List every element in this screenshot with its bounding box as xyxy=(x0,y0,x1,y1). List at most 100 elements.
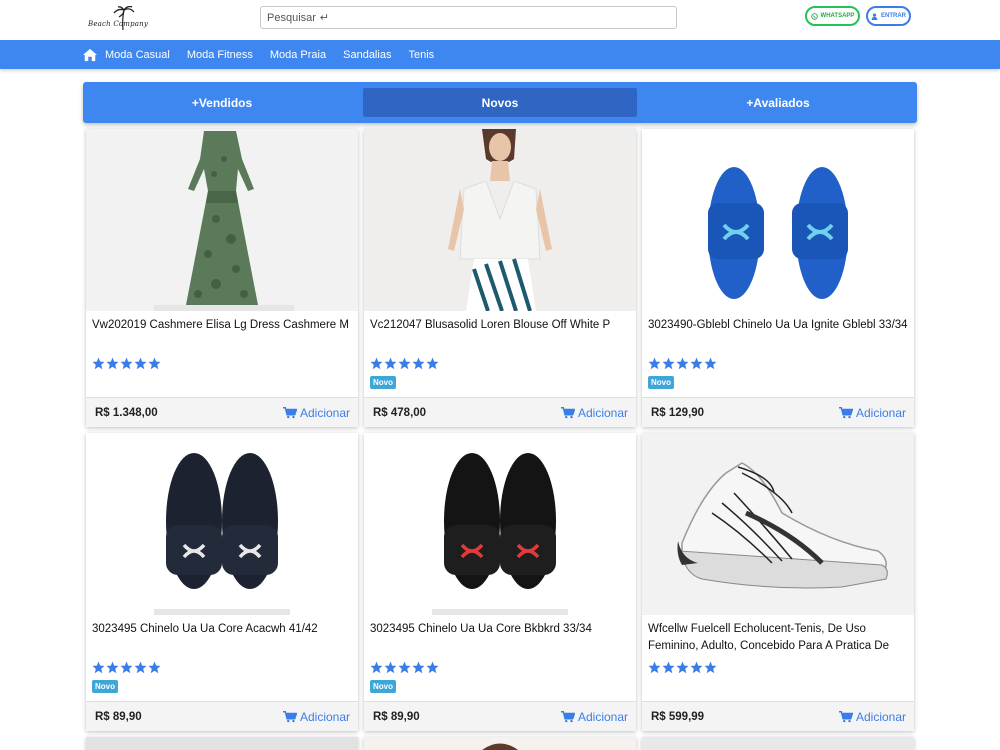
add-to-cart-button[interactable]: Adicionar xyxy=(560,710,628,724)
add-label: Adicionar xyxy=(299,709,350,724)
star-icon xyxy=(412,661,425,674)
product-image[interactable] xyxy=(642,737,914,750)
star-icon xyxy=(676,357,689,370)
new-badge: Novo xyxy=(648,376,674,389)
product-title[interactable]: 3023495 Chinelo Ua Ua Core Bkbkrd 33/34 xyxy=(370,621,632,638)
product-card[interactable]: 3023490-Gblebl Chinelo Ua Ua Ignite Gble… xyxy=(642,129,914,427)
product-card[interactable] xyxy=(86,737,358,750)
enter-icon: ↵ xyxy=(319,12,330,24)
star-icon xyxy=(134,661,147,674)
product-image[interactable] xyxy=(86,737,358,750)
add-to-cart-button[interactable]: Adicionar xyxy=(838,405,906,420)
product-price: R$ 129,90 xyxy=(651,406,705,419)
header: Beach Company Pesquisar ↵ WHATSAPP ENTRA… xyxy=(0,0,1000,40)
card-footer: R$ 1.348,00 Adicionar xyxy=(86,397,358,427)
add-to-cart-button[interactable]: Adicionar xyxy=(560,405,628,420)
product-title[interactable]: Vw202019 Cashmere Elisa Lg Dress Cashmer… xyxy=(92,317,354,334)
star-icon xyxy=(384,661,397,674)
product-card[interactable]: 3023495 Chinelo Ua Ua Core Acacwh 41/42 … xyxy=(86,433,358,731)
cart-icon xyxy=(282,710,297,722)
dress-green-icon xyxy=(154,131,294,311)
search-input[interactable]: Pesquisar ↵ xyxy=(260,6,677,29)
card-footer: R$ 89,90 Adicionar xyxy=(364,701,636,731)
new-badge: Novo xyxy=(92,680,118,693)
product-card[interactable]: Vc212047 Blusasolid Loren Blouse Off Whi… xyxy=(364,129,636,427)
cart-icon xyxy=(838,710,853,722)
star-icon xyxy=(662,661,675,674)
add-label: Adicionar xyxy=(855,405,906,420)
tab-novos[interactable]: Novos xyxy=(361,96,639,110)
add-label: Adicionar xyxy=(855,709,906,724)
new-badge: Novo xyxy=(370,680,396,693)
product-image[interactable] xyxy=(86,129,358,311)
add-to-cart-button[interactable]: Adicionar xyxy=(282,709,350,724)
home-icon[interactable] xyxy=(83,48,97,62)
logo[interactable]: Beach Company xyxy=(88,5,149,34)
product-image[interactable] xyxy=(364,737,636,750)
new-badge: Novo xyxy=(370,376,396,389)
login-button[interactable]: ENTRAR xyxy=(866,6,911,26)
slides-blue-icon xyxy=(708,167,848,299)
product-image[interactable] xyxy=(642,129,914,311)
whatsapp-button[interactable]: WHATSAPP xyxy=(805,6,860,26)
rating-stars xyxy=(92,661,161,674)
star-icon xyxy=(106,661,119,674)
tab-vendidos[interactable]: +Vendidos xyxy=(83,96,361,110)
star-icon xyxy=(92,661,105,674)
card-footer: R$ 89,90 Adicionar xyxy=(86,701,358,731)
add-label: Adicionar xyxy=(577,405,628,420)
whatsapp-label: WHATSAPP xyxy=(820,13,855,19)
star-icon xyxy=(148,357,161,370)
product-price: R$ 89,90 xyxy=(95,710,142,723)
product-image[interactable] xyxy=(642,433,914,615)
product-card[interactable]: Vw202019 Cashmere Elisa Lg Dress Cashmer… xyxy=(86,129,358,427)
star-icon xyxy=(426,661,439,674)
product-card[interactable]: Wfcellw Fuelcell Echolucent-Tenis, De Us… xyxy=(642,433,914,731)
product-card[interactable] xyxy=(364,737,636,750)
product-title[interactable]: 3023490-Gblebl Chinelo Ua Ua Ignite Gble… xyxy=(648,317,910,334)
product-price: R$ 89,90 xyxy=(373,710,420,723)
tab-avaliados[interactable]: +Avaliados xyxy=(639,96,917,110)
star-icon xyxy=(398,661,411,674)
star-icon xyxy=(676,661,689,674)
star-icon xyxy=(662,357,675,370)
star-icon xyxy=(648,357,661,370)
product-card[interactable]: 3023495 Chinelo Ua Ua Core Bkbkrd 33/34 … xyxy=(364,433,636,731)
product-card[interactable] xyxy=(642,737,914,750)
user-icon xyxy=(871,12,878,20)
add-to-cart-button[interactable]: Adicionar xyxy=(838,709,906,724)
nav-item-tenis[interactable]: Tenis xyxy=(408,49,434,61)
star-icon xyxy=(134,357,147,370)
rating-stars xyxy=(648,357,717,370)
whatsapp-icon xyxy=(810,12,818,20)
product-title[interactable]: Wfcellw Fuelcell Echolucent-Tenis, De Us… xyxy=(648,621,910,655)
star-icon xyxy=(426,357,439,370)
product-price: R$ 478,00 xyxy=(373,406,427,419)
star-icon xyxy=(384,357,397,370)
nav-item-moda-fitness[interactable]: Moda Fitness xyxy=(187,49,253,61)
search-placeholder: Pesquisar xyxy=(267,11,316,24)
star-icon xyxy=(648,661,661,674)
add-to-cart-button[interactable]: Adicionar xyxy=(282,405,350,420)
logo-text: Beach Company xyxy=(88,20,149,28)
nav-item-moda-casual[interactable]: Moda Casual xyxy=(105,49,170,61)
product-image[interactable] xyxy=(86,433,358,615)
cart-icon xyxy=(838,406,853,418)
add-label: Adicionar xyxy=(299,405,350,420)
product-image[interactable] xyxy=(364,433,636,615)
product-image[interactable] xyxy=(364,129,636,311)
rating-stars xyxy=(92,357,161,370)
product-title[interactable]: 3023495 Chinelo Ua Ua Core Acacwh 41/42 xyxy=(92,621,354,638)
nav-item-sandalias[interactable]: Sandalias xyxy=(343,49,391,61)
nav-item-moda-praia[interactable]: Moda Praia xyxy=(270,49,326,61)
card-footer: R$ 599,99 Adicionar xyxy=(642,701,914,731)
card-footer: R$ 478,00 Adicionar xyxy=(364,397,636,427)
rating-stars xyxy=(370,357,439,370)
star-icon xyxy=(398,357,411,370)
sneaker-white-icon xyxy=(677,462,888,589)
star-icon xyxy=(370,357,383,370)
rating-stars xyxy=(648,661,717,674)
star-icon xyxy=(690,357,703,370)
star-icon xyxy=(690,661,703,674)
product-title[interactable]: Vc212047 Blusasolid Loren Blouse Off Whi… xyxy=(370,317,632,334)
